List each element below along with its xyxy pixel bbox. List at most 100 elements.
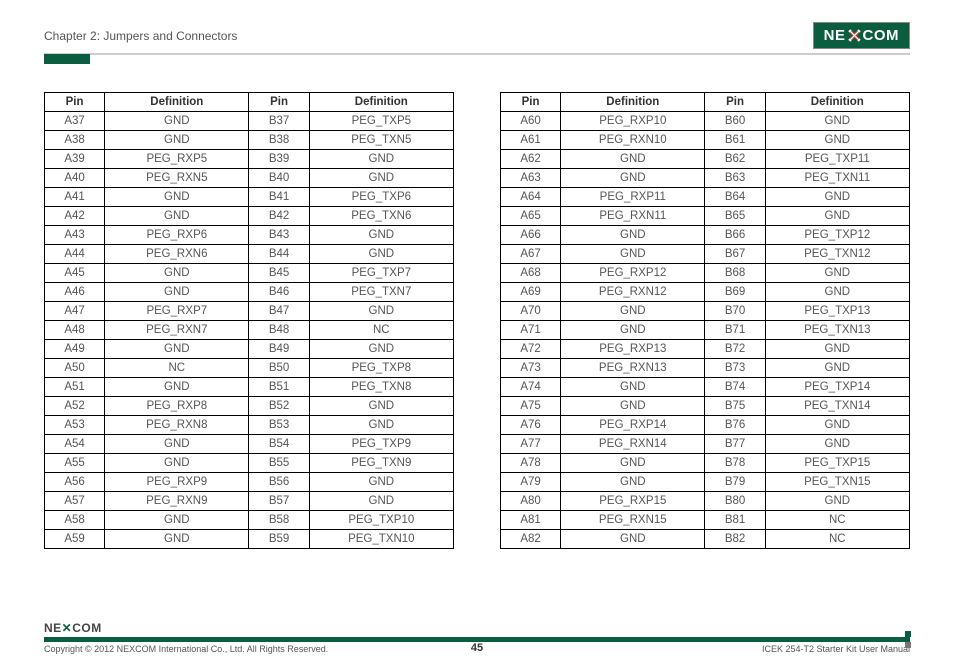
pin-cell: B80	[705, 492, 765, 511]
pin-cell: A58	[45, 511, 105, 530]
pin-cell: B81	[705, 511, 765, 530]
footer-logo: NE✕COM	[44, 621, 910, 635]
pin-cell: A56	[45, 473, 105, 492]
definition-cell: GND	[105, 454, 249, 473]
footer-corner-top-icon	[905, 631, 911, 637]
definition-cell: GND	[561, 226, 705, 245]
table-row: A74GNDB74PEG_TXP14	[501, 378, 910, 397]
pin-cell: A61	[501, 131, 561, 150]
col-pin-a: Pin	[45, 93, 105, 112]
definition-cell: GND	[105, 264, 249, 283]
pin-cell: A71	[501, 321, 561, 340]
pin-cell: B71	[705, 321, 765, 340]
pin-cell: A69	[501, 283, 561, 302]
definition-cell: PEG_TXN13	[765, 321, 909, 340]
table-row: A78GNDB78PEG_TXP15	[501, 454, 910, 473]
definition-cell: NC	[105, 359, 249, 378]
definition-cell: PEG_TXP9	[309, 435, 453, 454]
pin-cell: B41	[249, 188, 309, 207]
pin-cell: A49	[45, 340, 105, 359]
pin-cell: A79	[501, 473, 561, 492]
definition-cell: GND	[105, 530, 249, 549]
col-pin-b: Pin	[249, 93, 309, 112]
definition-cell: GND	[765, 492, 909, 511]
definition-cell: PEG_RXP5	[105, 150, 249, 169]
pin-cell: B37	[249, 112, 309, 131]
definition-cell: GND	[765, 188, 909, 207]
pin-cell: A73	[501, 359, 561, 378]
definition-cell: PEG_RXP6	[105, 226, 249, 245]
pin-cell: B46	[249, 283, 309, 302]
definition-cell: PEG_RXN7	[105, 321, 249, 340]
definition-cell: GND	[765, 435, 909, 454]
pin-cell: A65	[501, 207, 561, 226]
pin-cell: A57	[45, 492, 105, 511]
table-row: A48PEG_RXN7B48NC	[45, 321, 454, 340]
pin-cell: B55	[249, 454, 309, 473]
pin-cell: A46	[45, 283, 105, 302]
definition-cell: PEG_TXP5	[309, 112, 453, 131]
table-row: A40PEG_RXN5B40GND	[45, 169, 454, 188]
definition-cell: PEG_TXN5	[309, 131, 453, 150]
table-row: A42GNDB42PEG_TXN6	[45, 207, 454, 226]
definition-cell: PEG_TXN15	[765, 473, 909, 492]
pin-cell: A74	[501, 378, 561, 397]
definition-cell: PEG_RXP7	[105, 302, 249, 321]
definition-cell: NC	[309, 321, 453, 340]
definition-cell: PEG_RXP12	[561, 264, 705, 283]
pin-cell: B51	[249, 378, 309, 397]
pin-table-right: Pin Definition Pin Definition A60PEG_RXP…	[500, 92, 910, 549]
pin-cell: B66	[705, 226, 765, 245]
pin-cell: A44	[45, 245, 105, 264]
definition-cell: GND	[561, 302, 705, 321]
definition-cell: GND	[561, 397, 705, 416]
pin-cell: A55	[45, 454, 105, 473]
footer-logo-right: COM	[72, 621, 102, 635]
table-row: A61PEG_RXN10B61GND	[501, 131, 910, 150]
definition-cell: GND	[561, 245, 705, 264]
pin-cell: A68	[501, 264, 561, 283]
table-row: A54GNDB54PEG_TXP9	[45, 435, 454, 454]
logo-text-left: NE	[824, 27, 846, 44]
pin-cell: A66	[501, 226, 561, 245]
pin-cell: A76	[501, 416, 561, 435]
pin-cell: B74	[705, 378, 765, 397]
pin-cell: B59	[249, 530, 309, 549]
table-row: A75GNDB75PEG_TXN14	[501, 397, 910, 416]
table-row: A37GNDB37PEG_TXP5	[45, 112, 454, 131]
pin-cell: A40	[45, 169, 105, 188]
manual-title: ICEK 254-T2 Starter Kit User Manual	[762, 644, 910, 654]
definition-cell: PEG_TXP13	[765, 302, 909, 321]
pin-cell: B50	[249, 359, 309, 378]
definition-cell: PEG_TXP8	[309, 359, 453, 378]
definition-cell: PEG_TXP6	[309, 188, 453, 207]
definition-cell: PEG_RXN10	[561, 131, 705, 150]
table-row: A46GNDB46PEG_TXN7	[45, 283, 454, 302]
definition-cell: GND	[561, 473, 705, 492]
definition-cell: PEG_RXN12	[561, 283, 705, 302]
pin-cell: B69	[705, 283, 765, 302]
definition-cell: PEG_RXP10	[561, 112, 705, 131]
definition-cell: PEG_RXN14	[561, 435, 705, 454]
definition-cell: GND	[105, 207, 249, 226]
table-row: A77PEG_RXN14B77GND	[501, 435, 910, 454]
footer-corner-bottom-icon	[905, 642, 911, 648]
definition-cell: PEG_RXP15	[561, 492, 705, 511]
definition-cell: GND	[105, 283, 249, 302]
table-row: A73PEG_RXN13B73GND	[501, 359, 910, 378]
table-row: A59GNDB59PEG_TXN10	[45, 530, 454, 549]
definition-cell: PEG_TXN14	[765, 397, 909, 416]
definition-cell: GND	[765, 359, 909, 378]
definition-cell: PEG_TXP10	[309, 511, 453, 530]
pin-cell: B48	[249, 321, 309, 340]
header-rule	[44, 53, 910, 55]
definition-cell: GND	[309, 397, 453, 416]
definition-cell: PEG_TXP15	[765, 454, 909, 473]
footer-logo-x-icon: ✕	[62, 621, 73, 635]
pin-cell: B52	[249, 397, 309, 416]
copyright-text: Copyright © 2012 NEXCOM International Co…	[44, 644, 328, 654]
col-def-b: Definition	[309, 93, 453, 112]
pin-cell: B63	[705, 169, 765, 188]
definition-cell: PEG_RXN9	[105, 492, 249, 511]
pin-cell: A60	[501, 112, 561, 131]
